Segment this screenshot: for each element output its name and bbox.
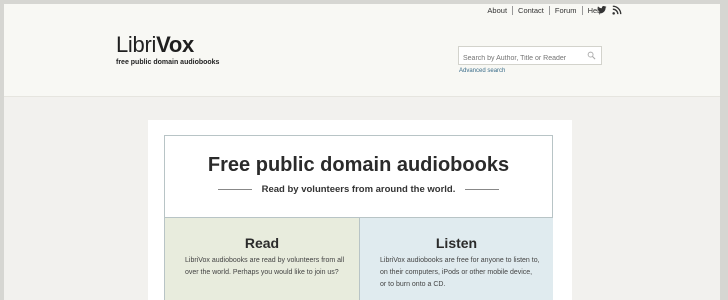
listen-column: Listen LibriVox audiobooks are free for … [359,217,553,300]
read-column: Read LibriVox audiobooks are read by vol… [165,217,359,300]
hero-title: Free public domain audiobooks [207,154,510,176]
hero-subtitle: Read by volunteers from around the world… [165,184,552,195]
intro-panel: Free public domain audiobooks Read by vo… [164,135,553,300]
top-nav: About Contact Forum Help [482,6,608,15]
content-card: Free public domain audiobooks Read by vo… [148,120,572,300]
search-input[interactable] [459,50,581,67]
hero-subtitle-text: Read by volunteers from around the world… [261,184,456,195]
nav-forum-link[interactable]: Forum [548,6,582,15]
listen-description: LibriVox audiobooks are free for anyone … [380,257,540,288]
logo-tagline: free public domain audiobooks [116,59,220,66]
rss-icon[interactable] [612,5,622,15]
read-description: LibriVox audiobooks are read by voluntee… [185,257,345,276]
read-heading[interactable]: Read [165,235,359,251]
search-icon[interactable] [587,51,596,60]
advanced-search-link[interactable]: Advanced search [459,68,505,74]
site-logo[interactable]: LibriVox free public domain audiobooks [116,32,220,67]
social-links [597,5,622,15]
nav-contact-link[interactable]: Contact [512,6,549,15]
listen-heading[interactable]: Listen [360,235,553,251]
divider-left [217,189,252,190]
search-box [458,46,602,67]
nav-about-link[interactable]: About [482,6,512,15]
site-header: About Contact Forum Help LibriVox free p… [4,4,720,97]
page-frame: About Contact Forum Help LibriVox free p… [4,4,720,300]
logo-wordmark: LibriVox [116,32,194,57]
divider-right [465,189,500,190]
twitter-icon[interactable] [597,5,607,15]
